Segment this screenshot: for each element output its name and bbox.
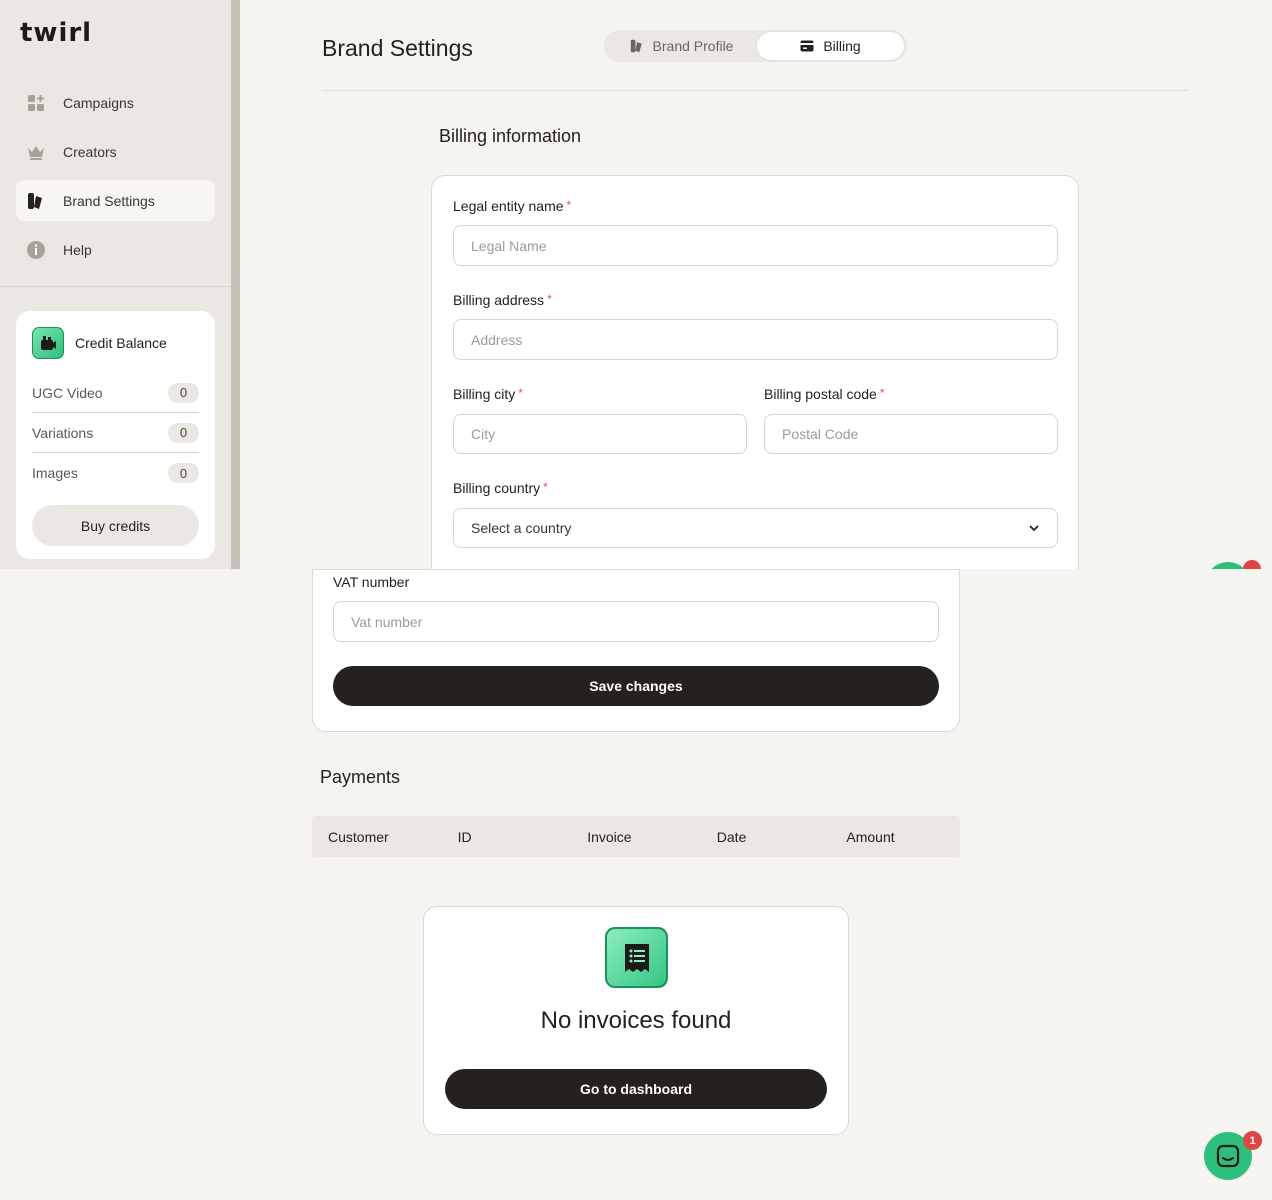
credit-row-ugc-video: UGC Video 0 — [32, 373, 199, 413]
brand-profile-icon — [630, 39, 642, 53]
tab-brand-profile[interactable]: Brand Profile — [606, 32, 757, 60]
invoice-list-icon — [605, 927, 668, 988]
sidebar-item-campaigns[interactable]: Campaigns — [16, 82, 215, 123]
sidebar-item-label: Campaigns — [63, 94, 134, 111]
sidebar-item-creators[interactable]: Creators — [16, 131, 215, 172]
legal-name-input[interactable] — [453, 225, 1058, 266]
chevron-down-icon — [1029, 525, 1039, 532]
country-select-value: Select a country — [471, 520, 572, 536]
address-input[interactable] — [453, 319, 1058, 360]
city-input[interactable] — [453, 414, 747, 454]
sidebar-divider — [0, 286, 231, 287]
column-date: Date — [716, 828, 747, 845]
header-divider — [322, 90, 1188, 91]
payments-table-header: Customer ID Invoice Date Amount — [312, 816, 960, 857]
credit-balance-title: Credit Balance — [75, 335, 167, 351]
sidebar: twirl Campaigns Creators Brand Settings — [0, 0, 231, 569]
campaigns-icon — [26, 93, 46, 113]
credit-row-label: Images — [32, 465, 78, 481]
column-id: ID — [457, 828, 472, 845]
credit-icon — [32, 327, 64, 359]
billing-country-label: Billing country * — [453, 480, 548, 496]
top-viewport: twirl Campaigns Creators Brand Settings — [0, 0, 1272, 569]
country-select[interactable]: Select a country — [453, 508, 1058, 548]
settings-tabs: Brand Profile Billing — [604, 30, 907, 62]
billing-address-label: Billing address * — [453, 292, 552, 308]
billing-info-title: Billing information — [439, 126, 582, 146]
app-logo[interactable]: twirl — [20, 18, 92, 48]
brand-settings-icon — [26, 191, 46, 211]
tab-label: Billing — [823, 38, 861, 54]
credit-row-label: UGC Video — [32, 384, 103, 401]
payments-title: Payments — [320, 767, 401, 787]
credit-balance-card: Credit Balance UGC Video 0 Variations 0 … — [16, 311, 215, 559]
buy-credits-button[interactable]: Buy credits — [32, 505, 199, 546]
credit-row-images: Images 0 — [32, 453, 199, 493]
credit-count-badge: 0 — [168, 382, 199, 403]
sidebar-item-label: Creators — [63, 143, 117, 160]
save-changes-button[interactable]: Save changes — [333, 666, 939, 706]
column-amount: Amount — [846, 828, 895, 845]
credit-count-badge: 0 — [168, 463, 199, 483]
postal-code-input[interactable] — [764, 414, 1058, 454]
column-invoice: Invoice — [587, 828, 632, 845]
billing-form-card: Legal entity name* Billing address* Bill… — [431, 175, 1079, 569]
empty-state-title: No invoices found — [540, 1007, 732, 1034]
sidebar-item-label: Brand Settings — [63, 192, 155, 209]
credit-row-label: Variations — [32, 424, 94, 441]
billing-postal-label: Billing postal code * — [764, 386, 885, 402]
sidebar-item-label: Help — [63, 241, 92, 258]
billing-city-label: Billing city * — [453, 386, 523, 402]
sidebar-nav: Campaigns Creators Brand Settings Help — [16, 82, 215, 278]
column-customer: Customer — [328, 828, 389, 845]
page-title: Brand Settings — [322, 35, 473, 61]
empty-invoices-card: No invoices found Go to dashboard — [423, 906, 849, 1135]
info-icon — [26, 240, 46, 260]
credit-row-variations: Variations 0 — [32, 413, 199, 453]
billing-card-icon — [800, 40, 814, 52]
sidebar-item-brand-settings[interactable]: Brand Settings — [16, 180, 215, 221]
vat-number-label: VAT number — [333, 574, 410, 590]
credit-count-badge: 0 — [168, 422, 199, 443]
vat-number-input[interactable] — [333, 601, 939, 642]
sidebar-item-help[interactable]: Help — [16, 229, 215, 270]
tab-label: Brand Profile — [652, 38, 734, 54]
billing-form-card-continued — [312, 569, 960, 732]
crown-icon — [26, 142, 46, 162]
go-to-dashboard-button[interactable]: Go to dashboard — [445, 1069, 827, 1109]
chat-unread-badge: 1 — [1243, 1131, 1262, 1150]
legal-entity-label: Legal entity name * — [453, 198, 572, 214]
sidebar-scrollbar[interactable] — [231, 0, 240, 569]
chat-icon — [1216, 1144, 1240, 1168]
tab-billing[interactable]: Billing — [757, 32, 904, 60]
